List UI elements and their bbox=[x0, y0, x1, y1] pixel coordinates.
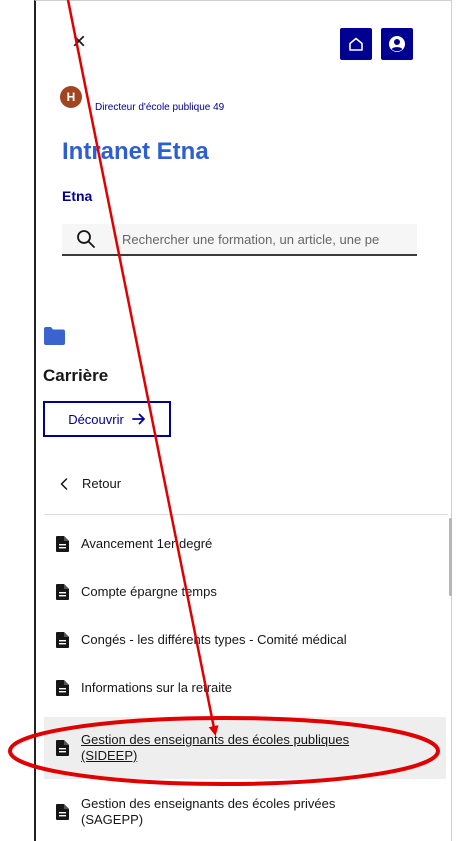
nav-item-sagepp[interactable]: Gestion des enseignants des écoles privé… bbox=[44, 792, 446, 832]
nav-item-label: Gestion des enseignants des écoles privé… bbox=[81, 796, 336, 827]
back-label: Retour bbox=[82, 476, 122, 491]
nav-item-sideep[interactable]: Gestion des enseignants des écoles publi… bbox=[44, 717, 446, 779]
account-icon bbox=[389, 36, 405, 52]
nav-item-label: Gestion des enseignants des écoles publi… bbox=[81, 732, 350, 763]
search-input[interactable] bbox=[122, 224, 417, 254]
document-icon bbox=[56, 740, 69, 756]
account-button[interactable] bbox=[381, 28, 413, 60]
search-icon bbox=[77, 230, 95, 248]
discover-button[interactable]: Découvrir bbox=[43, 401, 171, 437]
document-icon bbox=[56, 536, 69, 552]
folder-icon bbox=[44, 327, 65, 345]
nav-item-label: Compte épargne temps bbox=[81, 584, 217, 599]
avatar: H bbox=[60, 86, 82, 108]
document-icon bbox=[56, 804, 69, 820]
nav-item-avancement[interactable]: Avancement 1er degré bbox=[44, 530, 446, 558]
nav-item-conges[interactable]: Congés - les différents types - Comité m… bbox=[44, 626, 446, 654]
home-icon bbox=[349, 37, 363, 51]
divider bbox=[44, 514, 448, 515]
nav-item-label: Informations sur la retraite bbox=[81, 680, 233, 695]
document-icon bbox=[56, 584, 69, 600]
section-title: Carrière bbox=[43, 366, 109, 385]
document-icon bbox=[56, 632, 69, 648]
chevron-left-icon bbox=[60, 477, 68, 490]
home-button[interactable] bbox=[340, 28, 372, 60]
scrollbar[interactable] bbox=[449, 518, 452, 596]
back-button[interactable]: Retour bbox=[60, 476, 121, 491]
close-icon[interactable]: × bbox=[68, 30, 90, 54]
site-subtitle: Etna bbox=[62, 188, 93, 204]
user-role[interactable]: Directeur d'école publique 49 bbox=[95, 102, 224, 113]
search-bar bbox=[62, 224, 417, 256]
discover-label: Découvrir bbox=[68, 411, 124, 427]
nav-item-retraite[interactable]: Informations sur la retraite bbox=[44, 674, 446, 702]
nav-item-compte-epargne[interactable]: Compte épargne temps bbox=[44, 578, 446, 606]
site-title[interactable]: Intranet Etna bbox=[62, 138, 209, 166]
nav-item-label: Congés - les différents types - Comité m… bbox=[81, 632, 347, 647]
arrow-right-icon bbox=[131, 413, 145, 425]
nav-item-label: Avancement 1er degré bbox=[81, 536, 213, 551]
document-icon bbox=[56, 680, 69, 696]
